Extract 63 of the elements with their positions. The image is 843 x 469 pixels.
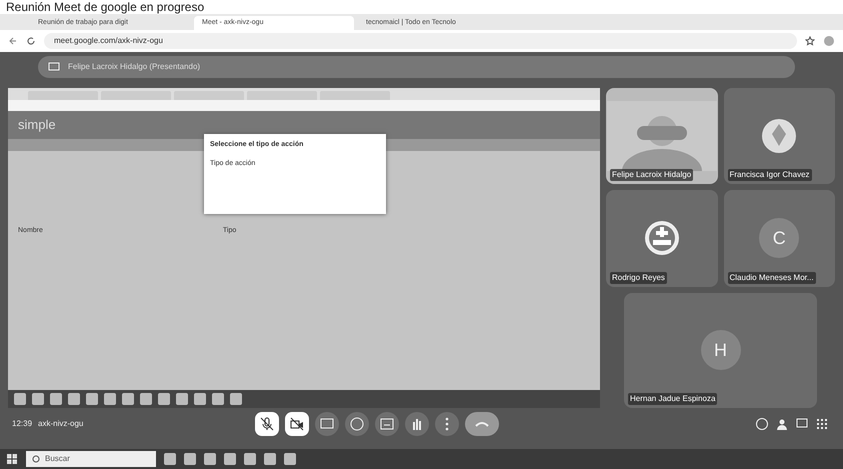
app-icon[interactable] — [164, 453, 176, 465]
avatar-icon — [644, 220, 680, 256]
apps-icon[interactable] — [815, 417, 829, 431]
search-icon — [32, 454, 41, 464]
app-icon[interactable] — [122, 393, 134, 405]
app-logo: simple — [18, 116, 56, 134]
windows-icon[interactable] — [6, 453, 18, 465]
app-icon[interactable] — [244, 453, 256, 465]
camera-button[interactable] — [285, 412, 310, 436]
captions-icon — [379, 416, 396, 432]
search-placeholder: Buscar — [45, 453, 70, 465]
avatar-icon — [761, 118, 798, 154]
browser-tab-drawing — [101, 91, 171, 100]
app-icon[interactable] — [204, 453, 216, 465]
caption-text: Reunión Meet de google en progreso — [5, 0, 206, 14]
meeting-time: 12:39 — [12, 418, 32, 430]
app-icon[interactable] — [86, 393, 98, 405]
url-field[interactable]: meet.google.com/axk-nivz-ogu — [44, 33, 797, 49]
browser-tab-drawing — [247, 91, 317, 100]
app-icon[interactable] — [158, 393, 170, 405]
search-field[interactable]: Buscar — [26, 451, 156, 467]
browser-tab-drawing — [28, 91, 98, 100]
hangup-button[interactable] — [465, 412, 500, 436]
star-icon[interactable] — [805, 36, 815, 46]
avatar-initial: C — [759, 218, 800, 258]
captions-button[interactable] — [375, 412, 400, 436]
app-icon[interactable] — [212, 393, 224, 405]
browser-tab-drawing — [320, 91, 390, 100]
app-icon[interactable] — [140, 393, 152, 405]
browser-tab-drawing — [174, 91, 244, 100]
hand-button[interactable] — [405, 412, 430, 436]
participant-name: Rodrigo Reyes — [610, 272, 667, 284]
people-icon[interactable] — [775, 417, 789, 431]
reload-icon[interactable] — [26, 36, 36, 46]
app-icon[interactable] — [32, 393, 44, 405]
mic-button[interactable] — [255, 412, 280, 436]
participant-name: Felipe Lacroix Hidalgo — [610, 169, 694, 182]
app-icon[interactable] — [104, 393, 116, 405]
participant-name: Claudio Meneses Mor... — [728, 272, 816, 284]
app-icon[interactable] — [50, 393, 62, 405]
meeting-code: axk-nivz-ogu — [38, 418, 84, 430]
presenter-label: Felipe Lacroix Hidalgo (Presentando) — [68, 61, 200, 73]
app-icon[interactable] — [14, 393, 26, 405]
app-icon[interactable] — [284, 453, 296, 465]
app-icon[interactable] — [68, 393, 80, 405]
participant-name: Francisca Igor Chavez — [728, 169, 812, 182]
more-button[interactable] — [435, 412, 460, 436]
present-button[interactable] — [315, 412, 340, 436]
app-icon[interactable] — [264, 453, 276, 465]
app-icon[interactable] — [184, 453, 196, 465]
more-icon — [445, 417, 450, 431]
avatar-initial: H — [700, 330, 740, 370]
app-icon[interactable] — [230, 393, 242, 405]
emoji-button[interactable] — [345, 412, 370, 436]
app-icon[interactable] — [176, 393, 188, 405]
camera-icon — [289, 416, 306, 432]
present-icon — [48, 61, 60, 73]
back-icon[interactable] — [8, 36, 18, 46]
app-icon[interactable] — [194, 393, 206, 405]
app-icon[interactable] — [224, 453, 236, 465]
microphone-icon — [259, 416, 276, 432]
participant-name: Hernan Jadue Espinoza — [628, 393, 718, 405]
profile-icon[interactable] — [823, 35, 835, 47]
